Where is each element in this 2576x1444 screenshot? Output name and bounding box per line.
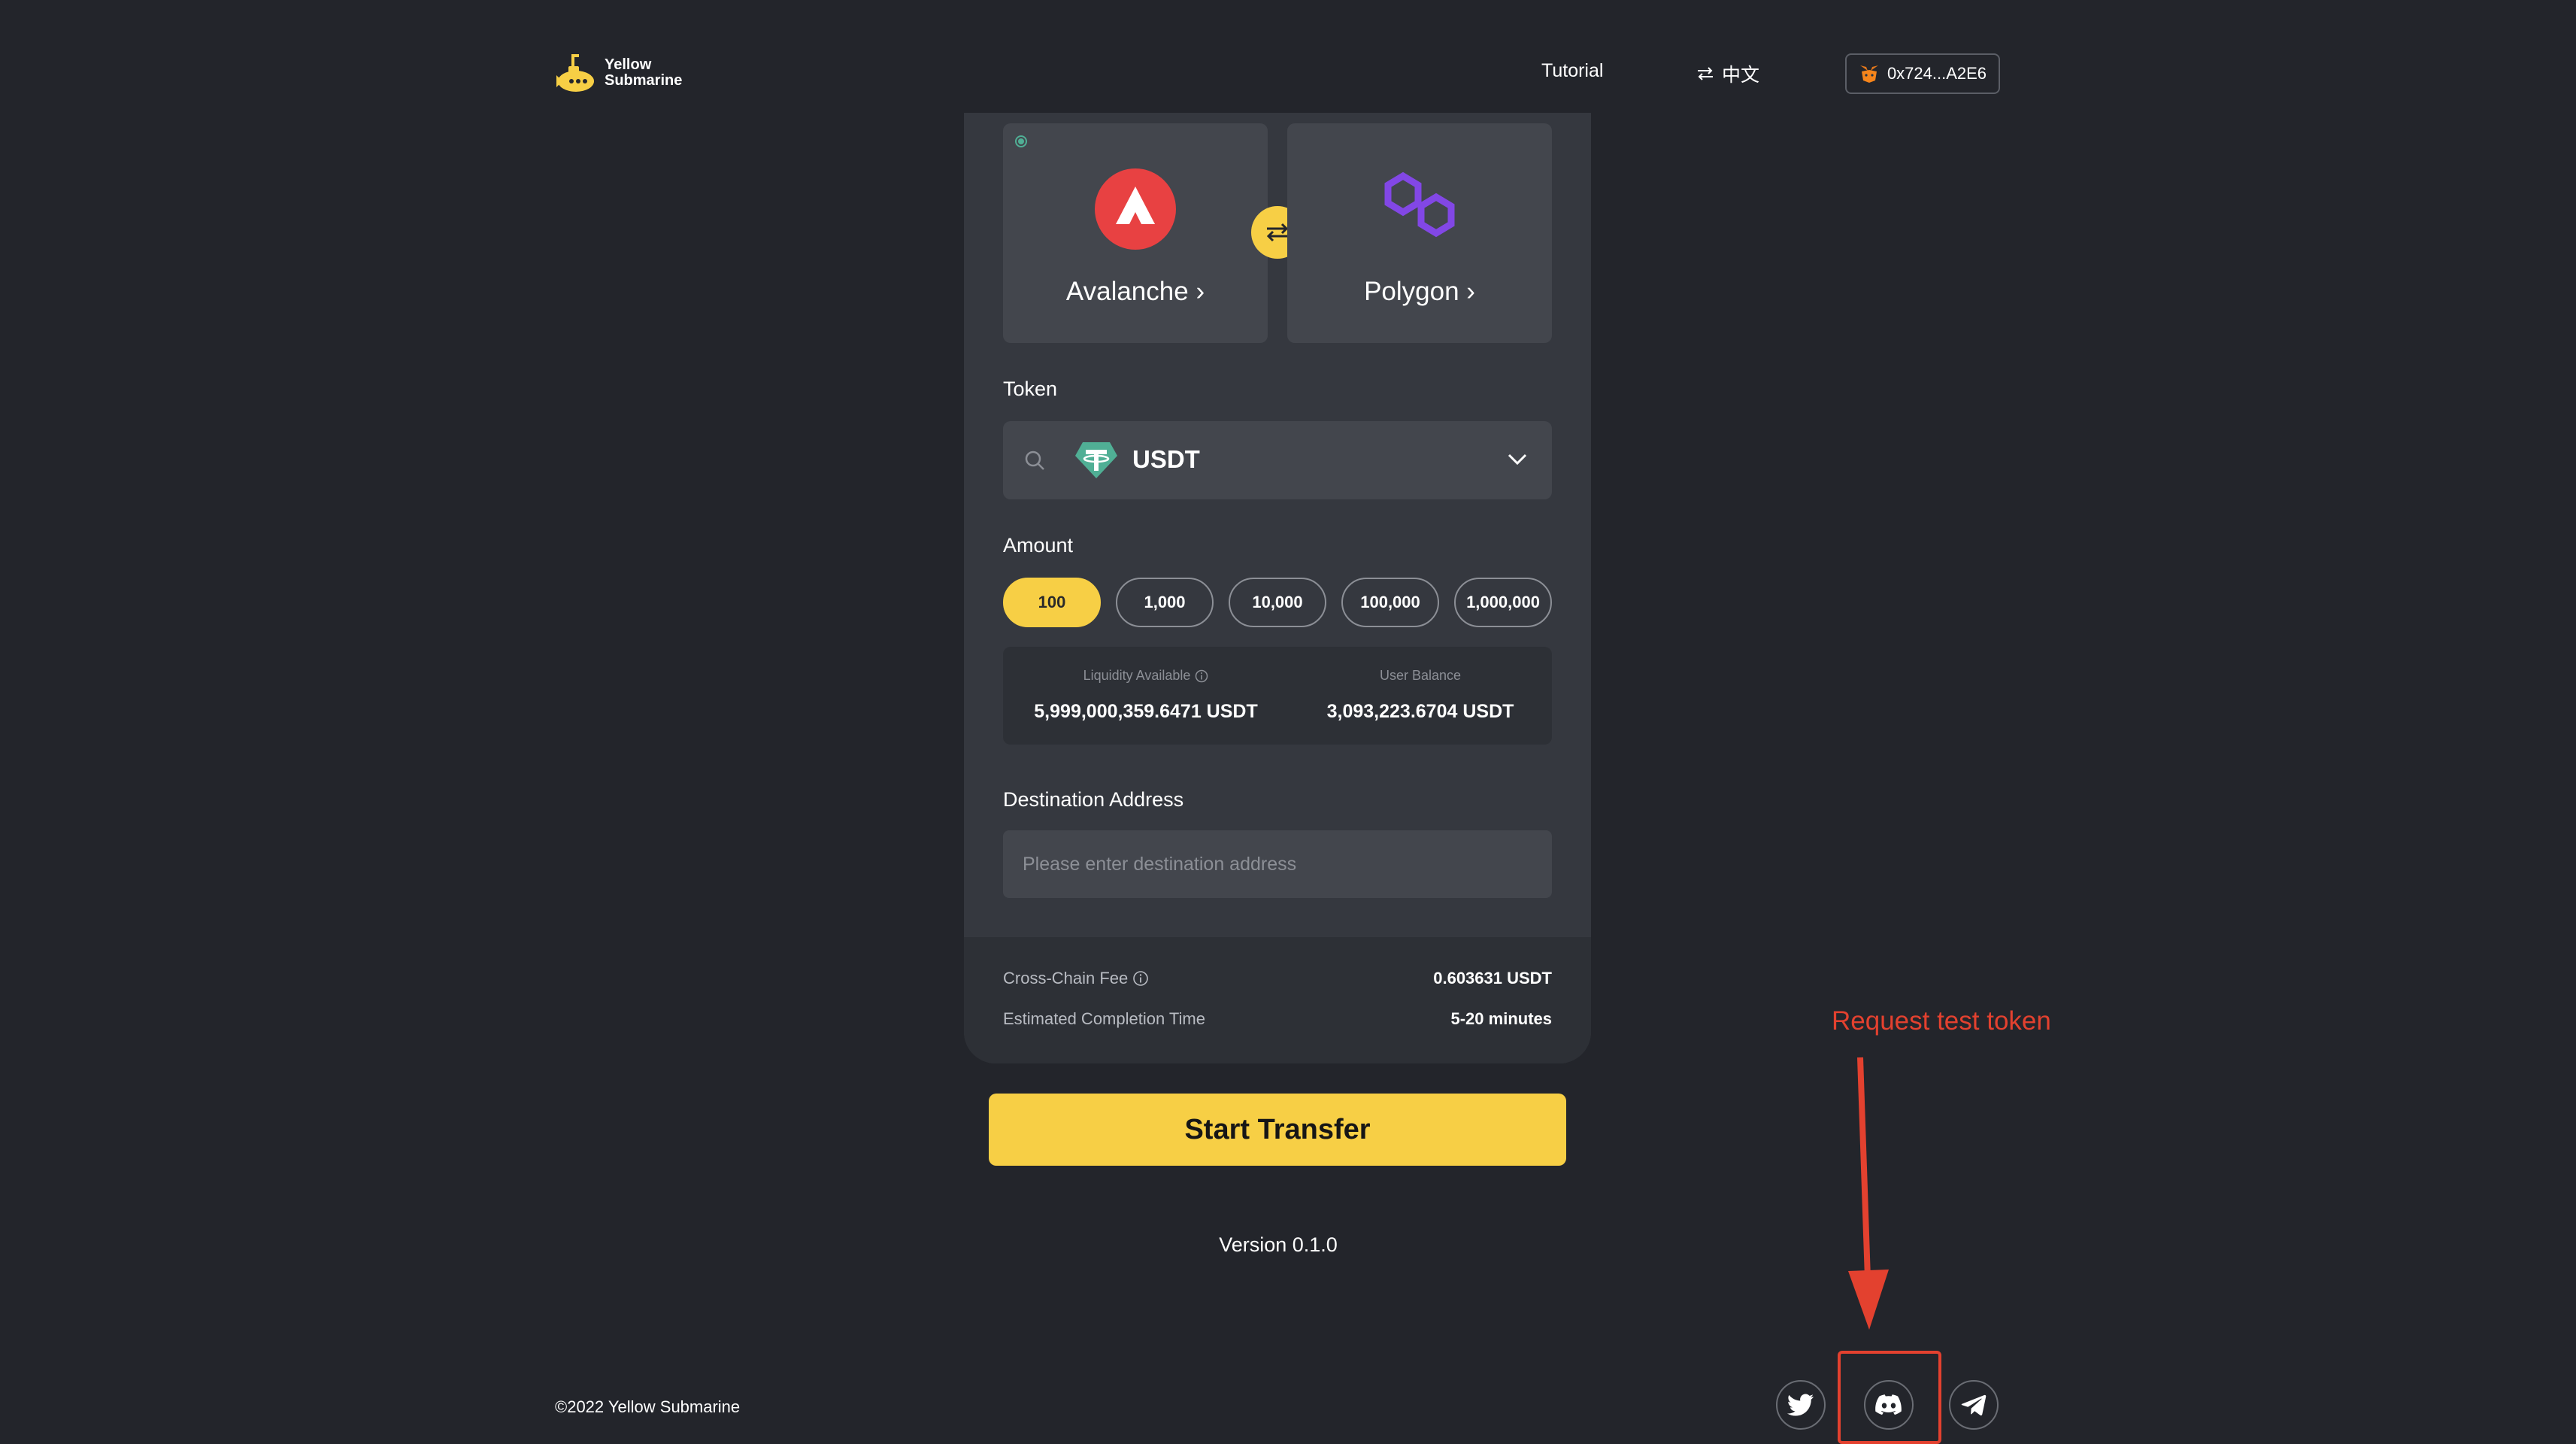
fee-summary: Cross-Chain Fee 0.603631 USDT Estimated …: [964, 937, 1591, 1063]
time-row: Estimated Completion Time 5-20 minutes: [1003, 1009, 1552, 1029]
avalanche-icon: [1095, 168, 1176, 250]
liquidity-label: Liquidity Available: [1083, 668, 1191, 683]
swap-arrows-icon: [1698, 67, 1713, 80]
amount-option-1000[interactable]: 1,000: [1116, 578, 1214, 627]
liquidity-value: 5,999,000,359.6471 USDT: [1034, 701, 1258, 722]
fee-label-wrap: Cross-Chain Fee: [1003, 969, 1149, 988]
info-icon[interactable]: [1195, 669, 1208, 683]
amount-option-100000[interactable]: 100,000: [1341, 578, 1439, 627]
wallet-button[interactable]: 0x724...A2E6: [1845, 53, 2000, 94]
destination-address-input[interactable]: [1003, 830, 1552, 898]
language-toggle[interactable]: 中文: [1696, 60, 1759, 87]
from-chain-name: Avalanche ›: [1065, 277, 1205, 306]
telegram-link[interactable]: [1949, 1380, 1999, 1430]
from-chain-selector[interactable]: Avalanche ›: [1003, 123, 1268, 343]
submarine-logo-icon: [556, 54, 594, 92]
time-value: 5-20 minutes: [1450, 1009, 1553, 1028]
copyright: ©2022 Yellow Submarine: [555, 1397, 741, 1416]
fee-value: 0.603631 USDT: [1433, 969, 1552, 987]
token-selector[interactable]: USDT: [1003, 421, 1552, 499]
token-label: Token: [1003, 378, 1058, 400]
nav-tutorial-link[interactable]: Tutorial: [1541, 60, 1603, 82]
fee-row: Cross-Chain Fee 0.603631 USDT: [1003, 969, 1552, 988]
liquidity-info-panel: Liquidity Available 5,999,000,359.6471 U…: [1003, 647, 1552, 745]
token-name: USDT: [1132, 445, 1200, 473]
twitter-icon: [1787, 1394, 1814, 1416]
telegram-icon: [1961, 1394, 1987, 1416]
metamask-fox-icon: [1859, 65, 1878, 83]
tether-icon: [1075, 442, 1117, 478]
to-chain-name: Polygon ›: [1364, 277, 1475, 306]
search-icon: [1025, 450, 1044, 470]
liquidity-label-wrap: Liquidity Available: [1003, 668, 1289, 684]
brand-name-line2: Submarine: [605, 72, 683, 89]
annotation-highlight-box: [1838, 1351, 1941, 1444]
chevron-down-icon: [1508, 454, 1527, 466]
annotation-label: Request test token: [1832, 1006, 2051, 1036]
language-label: 中文: [1722, 65, 1760, 86]
wallet-address: 0x724...A2E6: [1887, 64, 1987, 83]
version-text: Version 0.1.0: [1219, 1233, 1338, 1256]
brand-logo[interactable]: Yellow Submarine: [555, 51, 682, 95]
balance-value: 3,093,223.6704 USDT: [1326, 701, 1514, 722]
fee-label: Cross-Chain Fee: [1003, 969, 1129, 987]
brand-name-line1: Yellow: [605, 56, 652, 73]
amount-option-10000[interactable]: 10,000: [1229, 578, 1326, 627]
amount-option-1000000[interactable]: 1,000,000: [1454, 578, 1552, 627]
time-label: Estimated Completion Time: [1003, 1009, 1205, 1028]
amount-label: Amount: [1003, 534, 1074, 557]
to-chain-selector[interactable]: Polygon ›: [1287, 123, 1552, 343]
start-transfer-button[interactable]: Start Transfer: [989, 1094, 1566, 1166]
annotation-arrow-icon: [1848, 1057, 1889, 1330]
destination-label: Destination Address: [1003, 788, 1184, 811]
amount-option-100[interactable]: 100: [1003, 578, 1101, 627]
info-icon[interactable]: [1132, 970, 1149, 987]
twitter-link[interactable]: [1776, 1380, 1826, 1430]
polygon-icon: [1384, 171, 1455, 238]
balance-label: User Balance: [1379, 668, 1462, 683]
bridge-card: Avalanche › Polygon › Token USDT Amount …: [964, 113, 1591, 1063]
active-indicator: [1015, 135, 1027, 147]
